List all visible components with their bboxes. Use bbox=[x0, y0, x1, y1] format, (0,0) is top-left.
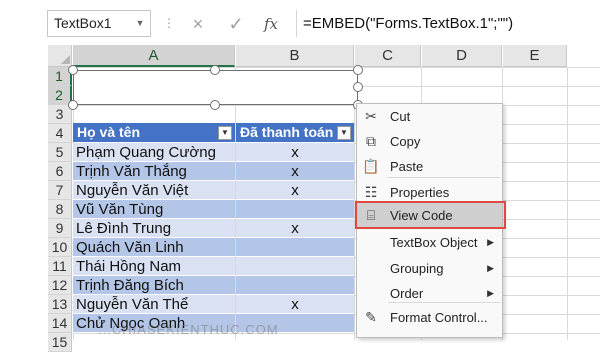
row-header-6[interactable]: 6 bbox=[48, 162, 72, 181]
name-box-dropdown-icon[interactable]: ▼ bbox=[130, 10, 150, 37]
menu-item-label: TextBox Object bbox=[390, 235, 478, 250]
format-control-icon: ✎ bbox=[365, 309, 377, 325]
resize-handle[interactable] bbox=[353, 82, 363, 92]
menu-item-label: Grouping bbox=[390, 261, 444, 276]
grid-line bbox=[567, 67, 568, 340]
watermark: ...CHIASEKIENTHUC.COM bbox=[98, 322, 279, 337]
resize-handle[interactable] bbox=[210, 65, 220, 75]
row-header-12[interactable]: 12 bbox=[48, 276, 72, 295]
table-header-paid-label: Đã thanh toán bbox=[240, 124, 334, 140]
menu-separator bbox=[388, 302, 500, 303]
table-cell-name[interactable]: Trịnh Đăng Bích bbox=[73, 276, 235, 295]
copy-icon: ⧉ bbox=[366, 133, 376, 149]
table-cell-name[interactable]: Lê Đình Trung bbox=[73, 219, 235, 238]
table-cell-name[interactable]: Nguyễn Văn Thể bbox=[73, 295, 235, 314]
resize-handle[interactable] bbox=[68, 65, 78, 75]
row-header-11[interactable]: 11 bbox=[48, 257, 72, 276]
table-cell-paid[interactable] bbox=[236, 276, 354, 295]
menu-item-label: Cut bbox=[390, 109, 411, 124]
table-header-name[interactable]: Họ và tên bbox=[73, 123, 235, 142]
resize-handle[interactable] bbox=[68, 100, 78, 110]
row-header-14[interactable]: 14 bbox=[48, 314, 72, 333]
row-header-15[interactable]: 15 bbox=[48, 333, 72, 352]
cancel-icon[interactable]: × bbox=[186, 13, 210, 35]
submenu-arrow-icon: ▶ bbox=[487, 263, 494, 273]
table-cell-name[interactable]: Phạm Quang Cường bbox=[73, 143, 235, 162]
table-cell-paid[interactable]: x bbox=[236, 181, 354, 200]
column-header-a[interactable]: A bbox=[73, 45, 235, 67]
table-cell-name[interactable]: Nguyễn Văn Việt bbox=[73, 181, 235, 200]
formula-bar-grip-icon: ⋮ bbox=[163, 16, 175, 30]
table-cell-name[interactable]: Quách Văn Linh bbox=[73, 238, 235, 257]
menu-item-grouping[interactable]: Grouping ▶ bbox=[357, 256, 502, 281]
table-cell-paid[interactable] bbox=[236, 200, 354, 219]
select-all-icon bbox=[61, 55, 70, 64]
menu-item-label: Format Control... bbox=[390, 310, 488, 325]
row-header-13[interactable]: 13 bbox=[48, 295, 72, 314]
formula-input[interactable]: =EMBED("Forms.TextBox.1";"") bbox=[303, 10, 600, 37]
enter-icon[interactable]: ✓ bbox=[224, 13, 248, 35]
insert-function-icon[interactable]: fx bbox=[258, 12, 284, 36]
menu-item-format-control[interactable]: ✎ Format Control... bbox=[357, 305, 502, 330]
menu-item-label: Paste bbox=[390, 159, 424, 174]
filter-dropdown-icon[interactable]: ▼ bbox=[218, 126, 232, 140]
table-cell-paid[interactable] bbox=[236, 238, 354, 257]
column-header-e[interactable]: E bbox=[503, 45, 567, 67]
row-header-9[interactable]: 9 bbox=[48, 219, 72, 238]
table-cell-paid[interactable]: x bbox=[236, 219, 354, 238]
table-cell-paid[interactable]: x bbox=[236, 162, 354, 181]
menu-item-label: Copy bbox=[390, 134, 421, 149]
table-header-name-label: Họ và tên bbox=[77, 124, 141, 140]
menu-item-paste[interactable]: 📋 Paste bbox=[357, 154, 502, 179]
table-cell-name[interactable]: Trịnh Văn Thắng bbox=[73, 162, 235, 181]
table-cell-name[interactable]: Thái Hồng Nam bbox=[73, 257, 235, 276]
row-header-8[interactable]: 8 bbox=[48, 200, 72, 219]
column-header-d[interactable]: D bbox=[422, 45, 502, 67]
table-cell-paid[interactable]: x bbox=[236, 143, 354, 162]
row-header-7[interactable]: 7 bbox=[48, 181, 72, 200]
row-header-10[interactable]: 10 bbox=[48, 238, 72, 257]
submenu-arrow-icon: ▶ bbox=[487, 237, 494, 247]
properties-icon: ☷ bbox=[364, 184, 378, 200]
scissors-icon: ✂ bbox=[365, 108, 377, 124]
formula-divider bbox=[296, 10, 297, 37]
view-code-highlight-box bbox=[355, 201, 506, 229]
column-header-b[interactable]: B bbox=[236, 45, 354, 67]
table-cell-paid[interactable]: x bbox=[236, 295, 354, 314]
column-header-c[interactable]: C bbox=[355, 45, 421, 67]
table-cell-paid[interactable] bbox=[236, 257, 354, 276]
menu-item-cut[interactable]: ✂ Cut bbox=[357, 104, 502, 129]
menu-item-textbox-object[interactable]: TextBox Object ▶ bbox=[357, 230, 502, 255]
row-header-4[interactable]: 4 bbox=[48, 124, 72, 143]
menu-item-copy[interactable]: ⧉ Copy bbox=[357, 129, 502, 154]
resize-handle[interactable] bbox=[353, 65, 363, 75]
resize-handle[interactable] bbox=[210, 100, 220, 110]
row-header-5[interactable]: 5 bbox=[48, 143, 72, 162]
paste-icon: 📋 bbox=[362, 158, 380, 174]
menu-separator bbox=[388, 177, 500, 178]
table-cell-name[interactable]: Vũ Văn Tùng bbox=[73, 200, 235, 219]
filter-dropdown-icon[interactable]: ▼ bbox=[337, 126, 351, 140]
